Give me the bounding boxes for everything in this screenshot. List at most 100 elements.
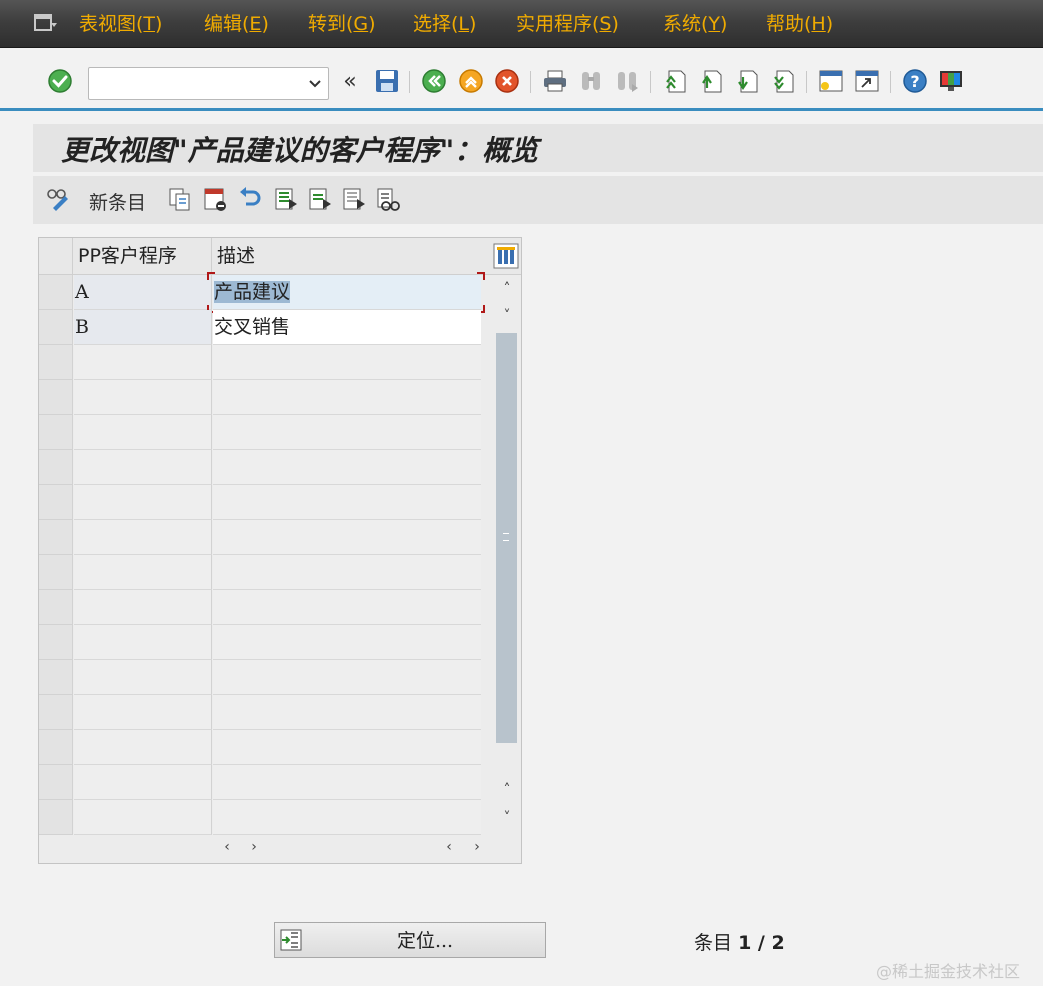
row-selector[interactable] bbox=[39, 590, 73, 625]
new-entries-button[interactable]: 新条目 bbox=[89, 188, 146, 215]
cell-description-input[interactable] bbox=[213, 485, 481, 520]
table-row-empty[interactable] bbox=[39, 520, 481, 555]
help-icon[interactable]: ? bbox=[902, 68, 928, 94]
position-button[interactable]: 定位... bbox=[274, 922, 546, 958]
table-settings-icon[interactable] bbox=[493, 243, 519, 269]
vertical-scrollbar[interactable]: ˄ ˅ ˄ ˅ bbox=[495, 275, 519, 831]
deselect-all-icon[interactable] bbox=[341, 186, 367, 212]
enter-check-icon[interactable] bbox=[47, 68, 73, 94]
row-selector[interactable] bbox=[39, 275, 73, 310]
new-session-icon[interactable] bbox=[818, 68, 844, 94]
cell-description-input[interactable] bbox=[213, 590, 481, 625]
row-selector[interactable] bbox=[39, 695, 73, 730]
select-all-column-button[interactable] bbox=[39, 238, 73, 275]
row-selector[interactable] bbox=[39, 555, 73, 590]
menu-system[interactable]: 系统(Y) bbox=[663, 11, 727, 37]
cell-client-program[interactable] bbox=[74, 765, 212, 800]
copy-as-icon[interactable] bbox=[167, 186, 193, 212]
select-block-icon[interactable] bbox=[307, 186, 333, 212]
table-row-empty[interactable] bbox=[39, 380, 481, 415]
cell-description-input[interactable] bbox=[213, 450, 481, 485]
table-row-empty[interactable] bbox=[39, 730, 481, 765]
scroll-page-down-icon[interactable]: ˅ bbox=[495, 809, 519, 827]
display-change-icon[interactable] bbox=[45, 186, 71, 212]
menu-goto[interactable]: 转到(G) bbox=[308, 11, 376, 37]
table-row[interactable]: B 交叉销售 bbox=[39, 310, 481, 345]
cell-description-input[interactable] bbox=[213, 345, 481, 380]
cell-description-input[interactable] bbox=[213, 800, 481, 835]
undo-change-icon[interactable] bbox=[237, 186, 263, 212]
cell-client-program[interactable] bbox=[74, 345, 212, 380]
row-selector[interactable] bbox=[39, 310, 73, 345]
column-header-client-program[interactable]: PP客户程序 bbox=[73, 238, 212, 275]
cancel-icon[interactable] bbox=[494, 68, 520, 94]
command-field[interactable] bbox=[88, 67, 329, 100]
row-selector[interactable] bbox=[39, 625, 73, 660]
table-row-empty[interactable] bbox=[39, 625, 481, 660]
table-row-empty[interactable] bbox=[39, 695, 481, 730]
row-selector[interactable] bbox=[39, 765, 73, 800]
row-selector[interactable] bbox=[39, 800, 73, 835]
column2-scroll-left-icon[interactable]: ‹ bbox=[441, 838, 457, 856]
row-selector[interactable] bbox=[39, 450, 73, 485]
cell-description-input[interactable] bbox=[213, 730, 481, 765]
cell-client-program[interactable] bbox=[74, 590, 212, 625]
cell-description-input[interactable] bbox=[213, 660, 481, 695]
table-row-empty[interactable] bbox=[39, 450, 481, 485]
menu-help[interactable]: 帮助(H) bbox=[766, 11, 833, 37]
back-icon[interactable] bbox=[421, 68, 447, 94]
row-selector[interactable] bbox=[39, 520, 73, 555]
column-header-description[interactable]: 描述 bbox=[212, 238, 480, 275]
cell-description-input[interactable] bbox=[213, 555, 481, 590]
first-page-icon[interactable] bbox=[662, 68, 688, 94]
table-row-empty[interactable] bbox=[39, 485, 481, 520]
cell-description-input[interactable]: 产品建议 bbox=[213, 275, 481, 310]
cell-client-program[interactable] bbox=[74, 415, 212, 450]
table-row-empty[interactable] bbox=[39, 555, 481, 590]
cell-client-program[interactable] bbox=[74, 555, 212, 590]
cell-client-program[interactable] bbox=[74, 800, 212, 835]
column1-scroll-left-icon[interactable]: ‹ bbox=[219, 838, 235, 856]
column2-scroll-right-icon[interactable]: › bbox=[469, 838, 485, 856]
scroll-up-icon[interactable]: ˄ bbox=[495, 280, 519, 298]
cell-description-input[interactable] bbox=[213, 380, 481, 415]
scroll-page-up-icon[interactable]: ˄ bbox=[495, 781, 519, 799]
find-next-icon[interactable] bbox=[614, 68, 640, 94]
cell-description-input[interactable] bbox=[213, 765, 481, 800]
last-page-icon[interactable] bbox=[770, 68, 796, 94]
menu-select[interactable]: 选择(L) bbox=[413, 11, 476, 37]
table-row-empty[interactable] bbox=[39, 345, 481, 380]
cell-client-program[interactable] bbox=[74, 695, 212, 730]
row-selector[interactable] bbox=[39, 730, 73, 765]
column1-scroll-right-icon[interactable]: › bbox=[246, 838, 262, 856]
table-row-empty[interactable] bbox=[39, 800, 481, 835]
cell-client-program[interactable] bbox=[74, 660, 212, 695]
table-row-empty[interactable] bbox=[39, 765, 481, 800]
print-icon[interactable] bbox=[542, 68, 568, 94]
row-selector[interactable] bbox=[39, 380, 73, 415]
cell-client-program[interactable] bbox=[74, 625, 212, 660]
command-input[interactable] bbox=[89, 68, 294, 99]
save-icon[interactable] bbox=[374, 68, 400, 94]
menu-window-icon[interactable] bbox=[34, 13, 58, 33]
cell-description-input[interactable]: 交叉销售 bbox=[213, 310, 481, 345]
row-selector[interactable] bbox=[39, 345, 73, 380]
table-row-empty[interactable] bbox=[39, 415, 481, 450]
double-arrow-icon[interactable]: « bbox=[340, 70, 360, 94]
cell-client-program[interactable] bbox=[74, 485, 212, 520]
previous-page-icon[interactable] bbox=[698, 68, 724, 94]
cell-client-program[interactable] bbox=[74, 520, 212, 555]
cell-client-program[interactable] bbox=[74, 730, 212, 765]
shortcut-icon[interactable] bbox=[854, 68, 880, 94]
print-field-list-icon[interactable] bbox=[375, 186, 401, 212]
chevron-down-icon[interactable] bbox=[308, 78, 322, 90]
cell-description-input[interactable] bbox=[213, 520, 481, 555]
menu-edit[interactable]: 编辑(E) bbox=[204, 11, 269, 37]
cell-client-program[interactable] bbox=[74, 450, 212, 485]
next-page-icon[interactable] bbox=[734, 68, 760, 94]
customize-layout-icon[interactable] bbox=[938, 68, 964, 94]
cell-description-input[interactable] bbox=[213, 695, 481, 730]
cell-client-program[interactable] bbox=[74, 380, 212, 415]
row-selector[interactable] bbox=[39, 660, 73, 695]
delete-icon[interactable] bbox=[202, 186, 228, 212]
